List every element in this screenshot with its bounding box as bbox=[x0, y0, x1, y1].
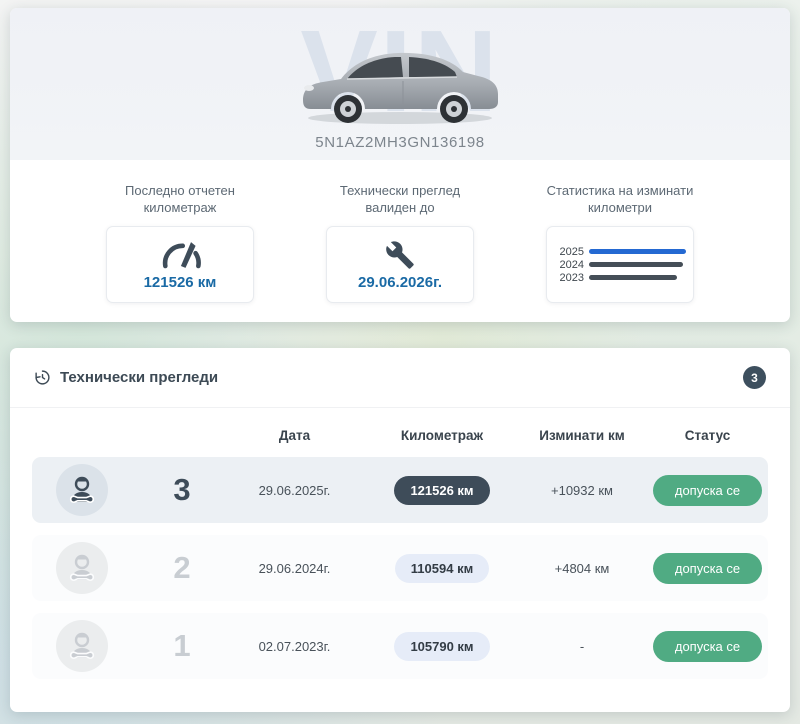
speedometer-icon bbox=[158, 238, 202, 270]
mileage-badge: 121526 км bbox=[394, 476, 489, 505]
inspection-date: 29.06.2025г. bbox=[222, 483, 367, 498]
inspection-rows: 3 29.06.2025г. 121526 км +10932 км допус… bbox=[10, 457, 790, 679]
wrench-icon bbox=[385, 238, 415, 270]
status-badge[interactable]: допуска се bbox=[653, 631, 762, 662]
history-icon bbox=[34, 369, 51, 386]
vin-number: 5N1AZ2MH3GN136198 bbox=[10, 134, 790, 151]
chart-bar-2024 bbox=[589, 262, 683, 267]
inspections-header: Технически прегледи 3 bbox=[10, 348, 790, 408]
stat-label: Технически преглед валиден до bbox=[340, 182, 460, 216]
inspections-card: Технически прегледи 3 Дата Километраж Из… bbox=[10, 348, 790, 712]
last-mileage-value: 121526 км bbox=[144, 274, 217, 291]
traveled-km: - bbox=[517, 639, 647, 654]
vin-hero: VIN 5N1AZ2MH3GN136198 bbox=[10, 8, 790, 160]
traveled-km: +10932 км bbox=[517, 483, 647, 498]
chart-year-label: 2024 bbox=[554, 259, 584, 271]
inspection-date: 02.07.2023г. bbox=[222, 639, 367, 654]
table-column-headers: Дата Километраж Изминати км Статус bbox=[10, 408, 790, 457]
inspection-count-badge: 3 bbox=[743, 366, 766, 389]
chart-year-label: 2023 bbox=[554, 272, 584, 284]
stat-last-mileage: Последно отчетен километраж 121526 км bbox=[70, 182, 290, 303]
mechanic-avatar-icon bbox=[56, 620, 108, 672]
mechanic-avatar-icon bbox=[56, 542, 108, 594]
traveled-km: +4804 км bbox=[517, 561, 647, 576]
inspections-title: Технически прегледи bbox=[34, 369, 218, 386]
inspection-number: 2 bbox=[142, 550, 222, 586]
stats-row: Последно отчетен километраж 121526 км bbox=[10, 160, 790, 303]
status-badge[interactable]: допуска се bbox=[653, 553, 762, 584]
inspection-row[interactable]: 2 29.06.2024г. 110594 км +4804 км допуск… bbox=[32, 535, 768, 601]
stat-inspection-valid: Технически преглед валиден до 29.06.2026… bbox=[290, 182, 510, 303]
col-header-status: Статус bbox=[647, 428, 768, 443]
col-header-date: Дата bbox=[222, 428, 367, 443]
inspection-valid-box: 29.06.2026г. bbox=[326, 226, 474, 303]
car-image bbox=[285, 26, 515, 126]
vehicle-report-page: VIN 5N1AZ2MH3GN136198 bbox=[0, 0, 800, 724]
chart-bar-2023 bbox=[589, 275, 677, 280]
inspection-valid-value: 29.06.2026г. bbox=[358, 274, 442, 291]
inspection-row[interactable]: 3 29.06.2025г. 121526 км +10932 км допус… bbox=[32, 457, 768, 523]
mileage-chart-box: 2025 2024 2023 bbox=[546, 226, 694, 303]
inspection-number: 3 bbox=[142, 472, 222, 508]
status-badge[interactable]: допуска се bbox=[653, 475, 762, 506]
mechanic-avatar-icon bbox=[56, 464, 108, 516]
last-mileage-box: 121526 км bbox=[106, 226, 254, 303]
chart-year-label: 2025 bbox=[554, 246, 584, 258]
inspection-number: 1 bbox=[142, 628, 222, 664]
inspection-row[interactable]: 1 02.07.2023г. 105790 км - допуска се bbox=[32, 613, 768, 679]
col-header-mileage: Километраж bbox=[367, 428, 517, 443]
col-header-traveled: Изминати км bbox=[517, 428, 647, 443]
chart-bar-2025 bbox=[589, 249, 686, 254]
stat-mileage-history: Статистика на изминати километри 2025 20… bbox=[510, 182, 730, 303]
mileage-badge: 105790 км bbox=[394, 632, 489, 661]
inspection-date: 29.06.2024г. bbox=[222, 561, 367, 576]
stat-label: Статистика на изминати километри bbox=[547, 182, 694, 216]
mileage-badge: 110594 км bbox=[395, 554, 489, 583]
vehicle-summary-card: VIN 5N1AZ2MH3GN136198 bbox=[10, 8, 790, 322]
mileage-bar-chart: 2025 2024 2023 bbox=[547, 245, 693, 284]
stat-label: Последно отчетен километраж bbox=[125, 182, 235, 216]
